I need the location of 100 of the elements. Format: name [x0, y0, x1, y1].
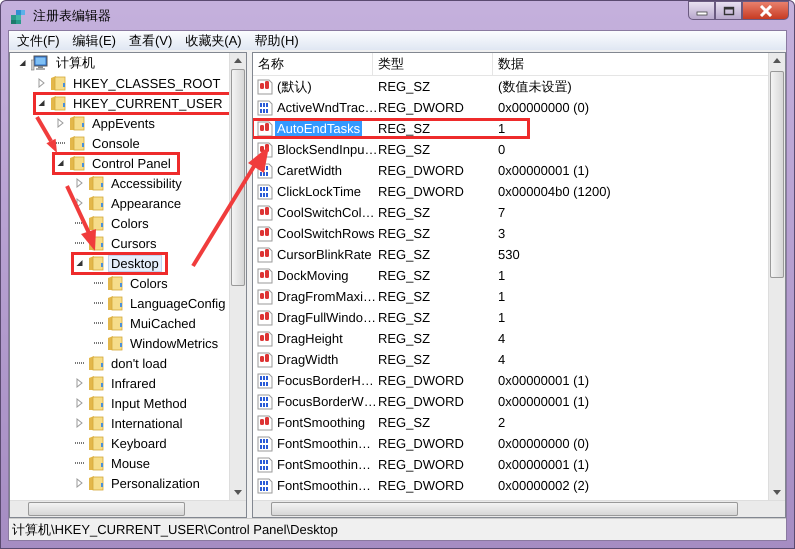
column-header[interactable]: 数据 — [493, 53, 653, 75]
tree-item[interactable]: 计算机 — [53, 53, 98, 73]
value-data: 0 — [497, 142, 506, 157]
value-name[interactable]: DragFromMaxi… — [275, 288, 378, 305]
folder-icon — [50, 95, 66, 111]
value-type: REG_DWORD — [377, 394, 465, 409]
value-type: REG_DWORD — [377, 373, 465, 388]
value-data: 0x000004b0 (1200) — [497, 184, 612, 199]
column-header[interactable]: 名称 — [253, 53, 373, 75]
tree-item[interactable]: Colors — [127, 274, 171, 292]
tree-item[interactable]: LanguageConfig — [127, 294, 228, 312]
expand-arrow-icon[interactable] — [75, 198, 84, 208]
value-data: 0x00000001 (1) — [497, 163, 590, 178]
value-name[interactable]: FontSmoothin… — [275, 477, 373, 494]
vertical-scrollbar[interactable] — [229, 53, 246, 500]
expand-arrow-icon[interactable] — [75, 478, 84, 488]
tree-item[interactable]: Colors — [108, 214, 152, 232]
vertical-scrollbar[interactable] — [768, 53, 785, 500]
tree-item[interactable]: International — [108, 414, 186, 432]
tree-item[interactable]: Infrared — [108, 374, 159, 392]
value-name[interactable]: (默认) — [275, 76, 314, 96]
value-name[interactable]: FontSmoothin… — [275, 435, 373, 452]
value-type: REG_DWORD — [377, 163, 465, 178]
value-data: 7 — [497, 205, 506, 220]
value-type: REG_SZ — [377, 310, 432, 325]
value-name[interactable]: BlockSendInpu… — [275, 141, 380, 158]
value-data: 1 — [497, 268, 506, 283]
tree-item[interactable]: Input Method — [108, 394, 190, 412]
value-name[interactable]: CoolSwitchCol… — [275, 204, 377, 221]
menu-item[interactable]: 收藏夹(A) — [179, 32, 249, 50]
expand-arrow-icon[interactable] — [75, 418, 84, 428]
tree-item[interactable]: Keyboard — [108, 434, 170, 452]
value-name[interactable]: DragFullWindo… — [275, 309, 378, 326]
value-name[interactable]: DragHeight — [275, 330, 345, 347]
collapse-arrow-icon[interactable] — [37, 98, 46, 108]
tree-item[interactable]: Control Panel — [89, 154, 174, 172]
collapse-arrow-icon[interactable] — [75, 258, 84, 268]
value-type: REG_DWORD — [377, 457, 465, 472]
value-name[interactable]: ActiveWndTrac… — [275, 99, 380, 116]
value-name[interactable]: CaretWidth — [275, 162, 344, 179]
close-button[interactable] — [742, 1, 789, 20]
value-type: REG_SZ — [377, 331, 432, 346]
folder-icon — [69, 155, 85, 171]
tree-item[interactable]: HKEY_CURRENT_USER — [70, 94, 226, 112]
minimize-button[interactable] — [688, 1, 715, 20]
value-name[interactable]: DragWidth — [275, 351, 340, 368]
arrow — [65, 185, 96, 251]
scroll-up-arrow-icon[interactable] — [773, 58, 781, 63]
value-data: 530 — [497, 247, 521, 262]
value-type: REG_SZ — [377, 121, 432, 136]
value-name[interactable]: CoolSwitchRows — [275, 225, 377, 242]
value-name[interactable]: ClickLockTime — [275, 183, 364, 200]
tree-item[interactable]: Accessibility — [108, 174, 185, 192]
expand-arrow-icon[interactable] — [75, 178, 84, 188]
tree-item[interactable]: Console — [89, 134, 143, 152]
value-name[interactable]: FontSmoothin… — [275, 456, 373, 473]
menu-item[interactable]: 编辑(E) — [66, 32, 123, 50]
menu-item[interactable]: 帮助(H) — [248, 32, 306, 50]
folder-icon — [88, 255, 104, 271]
collapse-arrow-icon[interactable] — [56, 158, 65, 168]
tree-item[interactable]: HKEY_CLASSES_ROOT — [70, 74, 224, 92]
value-data: (数值未设置) — [497, 78, 573, 96]
horizontal-scrollbar[interactable] — [253, 500, 785, 517]
value-name[interactable]: FontSmoothing — [275, 414, 368, 431]
value-type: REG_SZ — [377, 142, 432, 157]
collapse-arrow-icon[interactable] — [18, 58, 27, 68]
scroll-up-arrow-icon[interactable] — [234, 58, 242, 63]
value-type: REG_SZ — [377, 352, 432, 367]
value-name[interactable]: CursorBlinkRate — [275, 246, 374, 263]
tree-item[interactable]: AppEvents — [89, 114, 158, 132]
tree-item[interactable]: don't load — [108, 354, 170, 372]
value-name[interactable]: FocusBorderH… — [275, 372, 376, 389]
expand-arrow-icon[interactable] — [75, 398, 84, 408]
value-data: 0x00000000 (0) — [497, 100, 590, 115]
scroll-down-arrow-icon[interactable] — [234, 490, 242, 495]
value-data: 4 — [497, 331, 506, 346]
value-name[interactable]: DockMoving — [275, 267, 351, 284]
computer-icon — [31, 55, 49, 71]
tree-item[interactable]: Mouse — [108, 454, 154, 472]
expand-arrow-icon[interactable] — [56, 118, 65, 128]
expand-arrow-icon[interactable] — [37, 78, 46, 88]
horizontal-scrollbar[interactable] — [10, 500, 246, 517]
tree-item[interactable]: MuiCached — [127, 314, 199, 332]
tree-item[interactable]: Cursors — [108, 234, 160, 252]
value-data: 1 — [497, 121, 506, 136]
arrow — [35, 116, 57, 153]
menu-item[interactable]: 文件(F) — [11, 32, 67, 50]
tree-item[interactable]: Personalization — [108, 474, 203, 492]
tree-item[interactable]: Desktop — [108, 254, 162, 272]
folder-icon — [88, 175, 104, 191]
expand-arrow-icon[interactable] — [75, 378, 84, 388]
tree-item[interactable]: Appearance — [108, 194, 184, 212]
column-header[interactable]: 类型 — [373, 53, 493, 75]
scroll-down-arrow-icon[interactable] — [773, 490, 781, 495]
tree-item[interactable]: WindowMetrics — [127, 334, 222, 352]
folder-icon — [88, 475, 104, 491]
value-name[interactable]: FocusBorderW… — [275, 393, 379, 410]
menu-item[interactable]: 查看(V) — [122, 32, 180, 50]
folder-icon — [107, 335, 123, 351]
maximize-button[interactable] — [715, 1, 742, 20]
